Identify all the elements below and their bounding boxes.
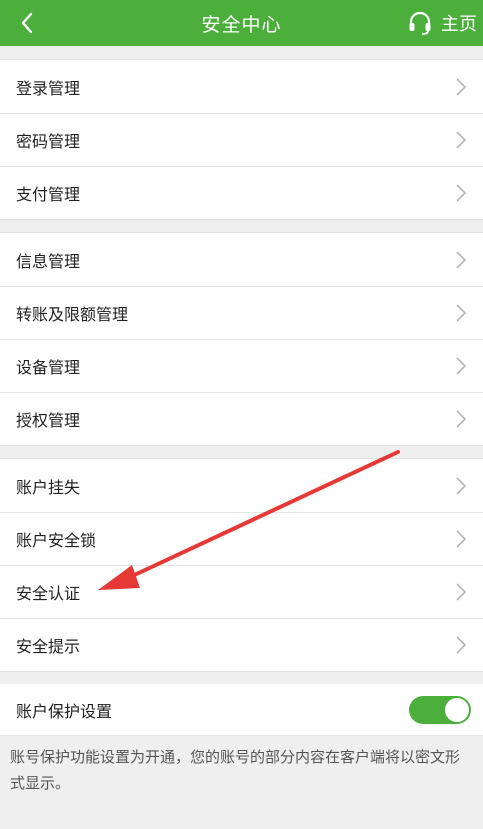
menu-item-label: 转账及限额管理: [16, 304, 129, 324]
home-button[interactable]: 主页: [407, 0, 477, 46]
chevron-right-icon: [456, 303, 467, 322]
home-label: 主页: [441, 14, 477, 35]
menu-item-security-authentication[interactable]: 安全认证: [0, 565, 483, 618]
chevron-left-icon: [21, 12, 33, 34]
chevron-right-icon: [456, 356, 467, 375]
menu-item-label: 安全认证: [16, 583, 81, 603]
account-protection-row: 账户保护设置: [0, 684, 483, 736]
menu-item-label: 授权管理: [16, 410, 81, 430]
account-protection-toggle[interactable]: [409, 695, 471, 724]
menu-item-account-lock[interactable]: 账户安全锁: [0, 512, 483, 565]
security-group: 账户挂失 账户安全锁 安全认证 安全提示: [0, 458, 483, 672]
menu-item-label: 密码管理: [16, 131, 81, 151]
headset-icon: [409, 11, 431, 35]
chevron-right-icon: [456, 635, 467, 654]
chevron-right-icon: [456, 250, 467, 269]
management-group: 信息管理 转账及限额管理 设备管理 授权管理: [0, 232, 483, 446]
menu-item-payment-management[interactable]: 支付管理: [0, 166, 483, 219]
toggle-knob: [445, 697, 469, 722]
menu-item-transfer-limit-management[interactable]: 转账及限额管理: [0, 286, 483, 339]
menu-item-label: 支付管理: [16, 184, 81, 204]
chevron-right-icon: [456, 529, 467, 548]
chevron-right-icon: [456, 476, 467, 495]
menu-item-label: 信息管理: [16, 251, 81, 271]
back-button[interactable]: [12, 0, 42, 46]
menu-item-label: 账户安全锁: [16, 530, 97, 550]
menu-item-label: 安全提示: [16, 636, 81, 656]
chevron-right-icon: [456, 183, 467, 202]
menu-item-label: 设备管理: [16, 357, 81, 377]
chevron-right-icon: [456, 582, 467, 601]
menu-item-login-management[interactable]: 登录管理: [0, 60, 483, 113]
account-protection-label: 账户保护设置: [16, 701, 113, 721]
page-title: 安全中心: [201, 13, 282, 36]
menu-item-label: 账户挂失: [16, 477, 81, 497]
menu-item-info-management[interactable]: 信息管理: [0, 233, 483, 286]
top-bar: 安全中心 主页: [0, 0, 483, 46]
menu-item-label: 登录管理: [16, 78, 81, 98]
chevron-right-icon: [456, 77, 467, 96]
menu-item-device-management[interactable]: 设备管理: [0, 339, 483, 392]
chevron-right-icon: [456, 130, 467, 149]
chevron-right-icon: [456, 409, 467, 428]
menu-item-password-management[interactable]: 密码管理: [0, 113, 483, 166]
menu-item-report-loss[interactable]: 账户挂失: [0, 459, 483, 512]
account-settings-group: 登录管理 密码管理 支付管理: [0, 59, 483, 220]
menu-item-security-tips[interactable]: 安全提示: [0, 618, 483, 671]
account-protection-description: 账号保护功能设置为开通，您的账号的部分内容在客户端将以密文形式显示。: [10, 748, 461, 792]
menu-item-authorization-management[interactable]: 授权管理: [0, 392, 483, 445]
